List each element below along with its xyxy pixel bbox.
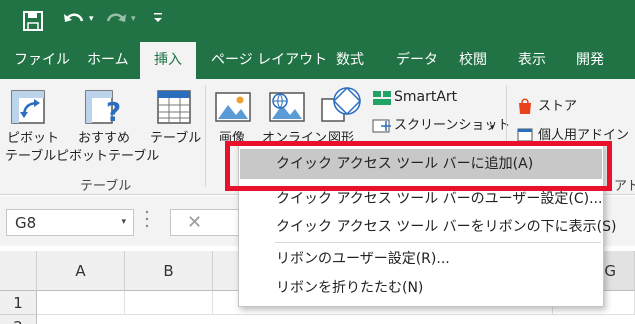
smartart-icon[interactable] [372,89,392,107]
save-icon[interactable] [22,10,44,32]
tab-formulas[interactable]: 数式 [336,42,364,79]
pivot-table-icon[interactable] [10,89,46,125]
cancel-icon[interactable]: ✕ [187,212,202,233]
column-header-a[interactable]: A [37,251,125,291]
table-icon[interactable] [156,89,192,125]
pictures-label[interactable]: 画像 [219,131,245,141]
redo-dropdown-icon: ▾ [131,14,136,24]
ribbon-tab-bar: ファイル ホーム 挿入 ページ レイアウト 数式 データ 校閲 表示 開発 [0,42,635,80]
picture-icon[interactable] [214,89,252,125]
online-picture-icon[interactable] [268,89,306,125]
table-label[interactable]: テーブル [150,131,201,147]
select-all-corner[interactable] [0,251,37,291]
tab-developer[interactable]: 開発 [576,42,604,79]
undo-icon[interactable] [62,9,86,31]
smartart-label[interactable]: SmartArt [394,89,457,105]
store-icon[interactable] [516,97,534,115]
menu-separator [275,242,601,243]
column-header-b[interactable]: B [125,251,213,291]
quick-access-toolbar: ▾ ▾ [0,0,635,42]
tab-page-layout[interactable]: ページ レイアウト [211,42,327,79]
menu-item-customize-ribbon[interactable]: リボンのユーザー設定(R)... [240,244,602,274]
tab-data[interactable]: データ [396,42,438,79]
screenshot-icon[interactable] [372,117,392,135]
redo-icon [106,13,126,22]
cell-b1[interactable] [125,291,213,315]
tab-home[interactable]: ホーム [87,42,129,79]
tab-insert[interactable]: 挿入 [140,42,196,80]
name-box-dropdown-icon[interactable]: ▾ [121,217,126,227]
shapes-icon[interactable] [320,85,362,125]
pivot-table-label-2[interactable]: テーブル [5,149,56,165]
recommended-pivot-label-2[interactable]: ピボットテーブル [56,149,159,165]
row-header-1[interactable]: 1 [0,291,37,315]
store-label[interactable]: ストア [538,99,577,115]
recommended-pivot-label-1[interactable]: おすすめ [78,131,130,147]
menu-item-show-quick-access-below[interactable]: クイック アクセス ツール バーをリボンの下に表示(S) [240,212,616,242]
pivot-table-label-1[interactable]: ピボット [7,131,59,147]
online-pictures-label[interactable]: オンライン [262,131,327,141]
menu-item-collapse-ribbon[interactable]: リボンを折りたたむ(N) [240,273,602,303]
screenshot-dropdown-icon[interactable]: ▾ [490,120,495,136]
recommended-pivot-icon[interactable]: ? [84,89,124,127]
group-tables-label: テーブル [80,179,132,194]
tab-review[interactable]: 校閲 [459,42,487,79]
cell-a1[interactable] [37,291,125,315]
svg-text:?: ? [106,98,121,127]
drag-handle-icon[interactable] [145,208,149,230]
group-addins-label: アド [614,179,635,194]
shapes-label[interactable]: 図形 [328,131,354,141]
name-box-value: G8 [15,214,37,232]
tab-view[interactable]: 表示 [518,42,546,79]
customize-toolbar-icon[interactable] [152,9,164,25]
row-header-2[interactable]: 2 [0,315,37,324]
group-separator [205,85,206,187]
highlight-box [225,141,612,191]
undo-dropdown-icon[interactable]: ▾ [89,14,94,24]
tab-file[interactable]: ファイル [14,42,70,79]
name-box[interactable]: G8 ▾ [6,209,134,236]
